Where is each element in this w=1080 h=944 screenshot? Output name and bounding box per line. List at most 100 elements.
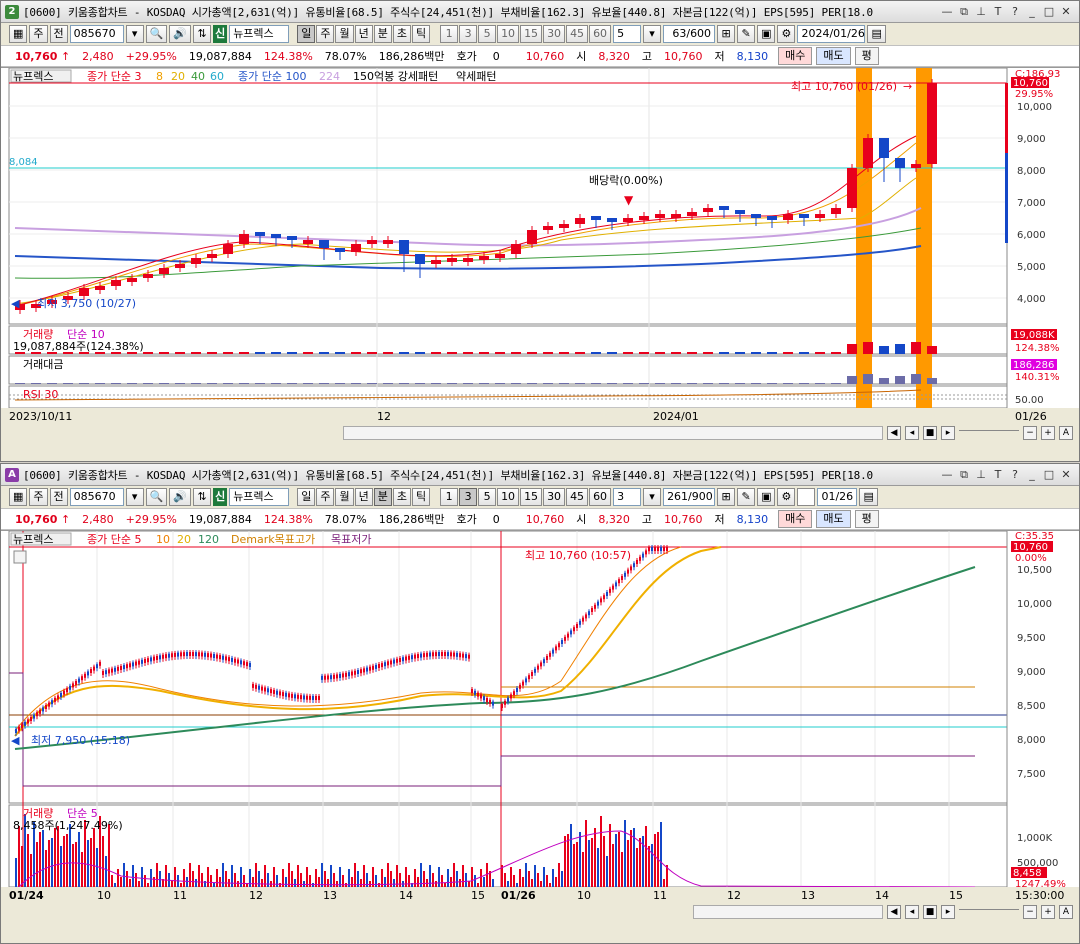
period-tab[interactable]: 일 xyxy=(297,488,316,506)
dropdown-icon[interactable]: ▾ xyxy=(125,25,144,43)
jeon-button[interactable]: 전 xyxy=(49,488,68,506)
speaker-icon[interactable]: 🔊 xyxy=(169,25,192,43)
period-tab[interactable]: 초 xyxy=(392,25,411,43)
minute-tab[interactable]: 15 xyxy=(520,25,543,43)
zoom-slider[interactable] xyxy=(959,909,1019,915)
arrows-icon[interactable]: ⇅ xyxy=(193,25,212,43)
eval-button[interactable]: 평 xyxy=(854,510,879,528)
zoom-in-icon[interactable]: + xyxy=(1041,905,1055,919)
scroll-first-icon[interactable]: ◀ xyxy=(887,905,901,919)
minimize-win-icon[interactable]: _ xyxy=(1025,468,1039,482)
search-icon[interactable]: 🔍 xyxy=(145,25,168,43)
gear-icon[interactable]: ⚙ xyxy=(777,488,796,506)
maximize-icon[interactable]: □ xyxy=(1042,468,1056,482)
save-icon[interactable]: ▣ xyxy=(757,25,776,43)
chart-settings-icon[interactable]: ⊞ xyxy=(717,25,736,43)
period-tab[interactable]: 분 xyxy=(373,25,392,43)
stock-name-field[interactable]: 뉴프렉스 xyxy=(229,25,290,43)
minimize-win-icon[interactable]: _ xyxy=(1025,5,1039,19)
minute-tab[interactable]: 30 xyxy=(543,25,566,43)
sell-button[interactable]: 매도 xyxy=(816,510,851,528)
period-tab[interactable]: 년 xyxy=(354,25,373,43)
ju-button[interactable]: 주 xyxy=(29,25,48,43)
close-icon[interactable]: ✕ xyxy=(1059,5,1073,19)
stock-code-input[interactable]: 085670 xyxy=(69,488,124,506)
period-tab[interactable]: 틱 xyxy=(411,25,431,43)
zoom-out-icon[interactable]: − xyxy=(1023,905,1037,919)
speaker-icon[interactable]: 🔊 xyxy=(169,488,192,506)
minute-tab[interactable]: 45 xyxy=(566,488,589,506)
restore-icon[interactable]: ⧉ xyxy=(957,468,971,482)
minute-tab[interactable]: 60 xyxy=(589,488,612,506)
period-tab[interactable]: 초 xyxy=(392,488,411,506)
date-field[interactable]: 2024/01/26 xyxy=(797,25,866,43)
zoom-slider[interactable] xyxy=(959,430,1019,436)
stock-name-field[interactable]: 뉴프렉스 xyxy=(229,488,290,506)
grid-icon[interactable]: ▦ xyxy=(9,488,28,506)
period-tab[interactable]: 월 xyxy=(335,25,354,43)
restore-icon[interactable]: ⧉ xyxy=(957,5,971,19)
maximize-icon[interactable]: □ xyxy=(1042,5,1056,19)
help-icon[interactable]: ? xyxy=(1008,468,1022,482)
calendar-icon[interactable]: ▤ xyxy=(867,25,886,43)
period-tab[interactable]: 월 xyxy=(335,488,354,506)
zoom-out-icon[interactable]: − xyxy=(1023,426,1037,440)
chart-settings-icon[interactable]: ⊞ xyxy=(717,488,736,506)
count-field[interactable]: 63/600 xyxy=(663,25,716,43)
period-tab[interactable]: 주 xyxy=(316,25,335,43)
dropdown-icon[interactable]: ▾ xyxy=(125,488,144,506)
arrows-icon[interactable]: ⇅ xyxy=(193,488,212,506)
minute-candle-chart[interactable]: C:35.35 10,760 0.00% 10,500 10,000 9,500 9,… xyxy=(1,530,1079,903)
minute-tab[interactable]: 3 xyxy=(459,25,478,43)
minimize-icon[interactable]: — xyxy=(940,468,954,482)
interval-select[interactable]: 5 xyxy=(613,25,642,43)
scrollbar[interactable] xyxy=(693,905,883,919)
scroll-first-icon[interactable]: ◀ xyxy=(887,426,901,440)
date-field[interactable]: 01/26 xyxy=(817,488,858,506)
minute-tab[interactable]: 3 xyxy=(459,488,478,506)
font-icon[interactable]: A xyxy=(1059,905,1073,919)
buy-button[interactable]: 매수 xyxy=(778,47,813,65)
scroll-next-icon[interactable]: ▸ xyxy=(941,905,955,919)
checkbox[interactable] xyxy=(797,488,816,506)
stop-icon[interactable]: ■ xyxy=(923,426,937,440)
count-field[interactable]: 261/900 xyxy=(663,488,716,506)
minute-tab[interactable]: 30 xyxy=(543,488,566,506)
period-tab[interactable]: 분 xyxy=(373,488,392,506)
minute-tab[interactable]: 1 xyxy=(440,25,459,43)
gear-icon[interactable]: ⚙ xyxy=(777,25,796,43)
scroll-next-icon[interactable]: ▸ xyxy=(941,426,955,440)
eval-button[interactable]: 평 xyxy=(854,47,879,65)
minute-tab[interactable]: 15 xyxy=(520,488,543,506)
minute-tab[interactable]: 5 xyxy=(478,25,497,43)
stop-icon[interactable]: ■ xyxy=(923,905,937,919)
zoom-in-icon[interactable]: + xyxy=(1041,426,1055,440)
stock-code-input[interactable]: 085670 xyxy=(69,25,124,43)
interval-select[interactable]: 3 xyxy=(613,488,642,506)
minute-tab[interactable]: 10 xyxy=(497,25,520,43)
pin-icon[interactable]: ⊥ xyxy=(974,468,988,482)
help-icon[interactable]: ? xyxy=(1008,5,1022,19)
daily-candle-chart[interactable]: C:186.93 10,760 29.95% 10,0009,0008,0007… xyxy=(1,67,1079,424)
bottom-chart-area[interactable]: C:35.35 10,760 0.00% 10,500 10,000 9,500 9,… xyxy=(1,530,1079,903)
close-icon[interactable]: ✕ xyxy=(1059,468,1073,482)
period-tab[interactable]: 틱 xyxy=(411,488,431,506)
minute-tab[interactable]: 60 xyxy=(589,25,612,43)
interval-dropdown-icon[interactable]: ▾ xyxy=(643,488,662,506)
text-icon[interactable]: T xyxy=(991,468,1005,482)
minute-tab[interactable]: 5 xyxy=(478,488,497,506)
scroll-prev-icon[interactable]: ◂ xyxy=(905,426,919,440)
period-tab[interactable]: 주 xyxy=(316,488,335,506)
top-chart-area[interactable]: C:186.93 10,760 29.95% 10,000 9,000 8,000 7… xyxy=(1,67,1079,424)
table-icon[interactable] xyxy=(13,550,27,564)
minute-tab[interactable]: 45 xyxy=(566,25,589,43)
grid-icon[interactable]: ▦ xyxy=(9,25,28,43)
minute-tab[interactable]: 10 xyxy=(497,488,520,506)
minute-tab[interactable]: 1 xyxy=(440,488,459,506)
period-tab[interactable]: 일 xyxy=(297,25,316,43)
interval-dropdown-icon[interactable]: ▾ xyxy=(643,25,662,43)
buy-button[interactable]: 매수 xyxy=(778,510,813,528)
jeon-button[interactable]: 전 xyxy=(49,25,68,43)
pin-icon[interactable]: ⊥ xyxy=(974,5,988,19)
draw-icon[interactable]: ✎ xyxy=(737,25,756,43)
